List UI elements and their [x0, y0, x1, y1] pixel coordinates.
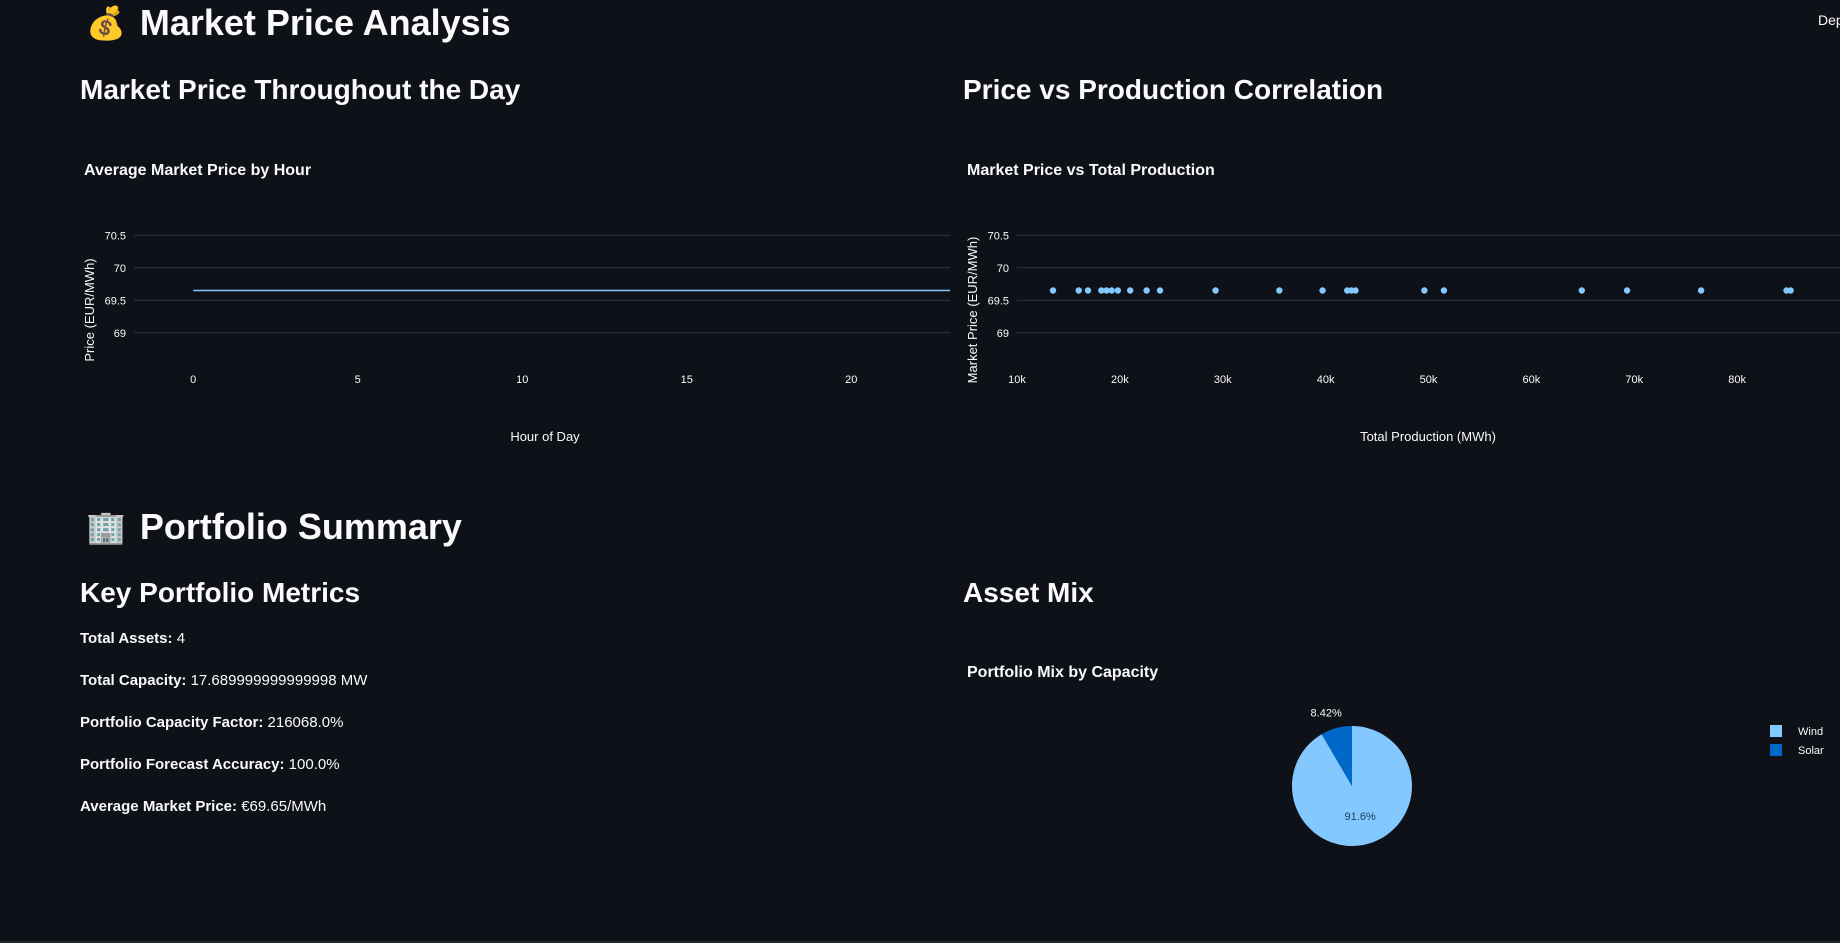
- metric-value: 4: [172, 630, 186, 647]
- y-axis-label: Price (EUR/MWh): [82, 258, 97, 361]
- metric-value: 100.0%: [284, 756, 340, 773]
- portfolio-summary-header: 🏢 Portfolio Summary: [86, 506, 462, 548]
- scatter-point[interactable]: [1156, 287, 1164, 294]
- deploy-button[interactable]: Dep: [1818, 12, 1840, 28]
- market-price-analysis-title: Market Price Analysis: [139, 2, 511, 43]
- y-tick-label: 69: [114, 328, 126, 340]
- money-bag-icon: 💰: [86, 4, 126, 42]
- pie-slice-label: 8.42%: [1311, 708, 1342, 720]
- market-price-analysis-header: 💰 Market Price Analysis: [86, 2, 511, 44]
- scatter-chart[interactable]: Market Price vs Total Production 69 69.5 7…: [963, 152, 1840, 452]
- legend-label-wind[interactable]: Wind: [1798, 726, 1823, 738]
- x-tick-label: 80k: [1728, 374, 1746, 386]
- metric-label: Portfolio Capacity Factor:: [80, 714, 264, 731]
- metric-total-capacity: Total Capacity: 17.689999999999998 MW: [80, 672, 367, 689]
- x-tick-label: 60k: [1523, 374, 1541, 386]
- y-tick-label: 70: [997, 263, 1009, 275]
- metric-label: Total Capacity:: [80, 672, 187, 689]
- scatter-point[interactable]: [1143, 287, 1150, 294]
- market-price-day-subheader: Market Price Throughout the Day: [80, 74, 521, 105]
- y-tick-label: 70.5: [105, 230, 126, 242]
- scatter-point[interactable]: [1075, 287, 1082, 294]
- x-axis-label: Total Production (MWh): [1360, 429, 1496, 444]
- metric-capacity-factor: Portfolio Capacity Factor: 216068.0%: [80, 714, 343, 731]
- x-tick-label: 20k: [1111, 374, 1129, 386]
- metric-value: 17.689999999999998 MW: [186, 672, 368, 689]
- scatter-point[interactable]: [1114, 287, 1122, 294]
- price-production-subheader: Price vs Production Correlation: [963, 74, 1384, 105]
- scatter-point[interactable]: [1440, 287, 1448, 294]
- y-tick-label: 69.5: [988, 295, 1009, 307]
- legend-swatch-wind[interactable]: [1770, 725, 1782, 737]
- legend-swatch-solar[interactable]: [1770, 744, 1782, 756]
- scatter-point[interactable]: [1787, 287, 1794, 294]
- legend-label-solar[interactable]: Solar: [1798, 745, 1824, 757]
- portfolio-summary-title: Portfolio Summary: [139, 506, 462, 547]
- x-tick-label: 70k: [1625, 374, 1643, 386]
- pie-slice-label: 91.6%: [1345, 811, 1376, 823]
- y-tick-label: 70: [114, 263, 126, 275]
- scatter-point[interactable]: [1352, 287, 1359, 294]
- y-tick-label: 69.5: [105, 295, 126, 307]
- office-building-icon: 🏢: [86, 508, 126, 546]
- x-tick-label: 50k: [1420, 374, 1438, 386]
- pie-chart[interactable]: Portfolio Mix by Capacity 91.6% 8.42% Win…: [963, 655, 1840, 895]
- x-tick-label: 5: [355, 374, 361, 386]
- metric-forecast-accuracy: Portfolio Forecast Accuracy: 100.0%: [80, 756, 340, 773]
- x-tick-label: 20: [845, 374, 857, 386]
- x-tick-label: 40k: [1317, 374, 1335, 386]
- metric-average-market-price: Average Market Price: €69.65/MWh: [80, 798, 326, 815]
- metric-value: €69.65/MWh: [237, 798, 327, 815]
- metric-label: Portfolio Forecast Accuracy:: [80, 756, 285, 773]
- x-tick-label: 0: [190, 374, 196, 386]
- key-metrics-subheader: Key Portfolio Metrics: [80, 577, 361, 608]
- scatter-point[interactable]: [1623, 287, 1631, 294]
- chart-title: Portfolio Mix by Capacity: [967, 664, 1158, 681]
- metric-label: Total Assets:: [80, 630, 173, 647]
- scatter-point[interactable]: [1578, 287, 1585, 294]
- x-tick-label: 30k: [1214, 374, 1232, 386]
- scatter-point[interactable]: [1212, 287, 1219, 294]
- scatter-point[interactable]: [1126, 287, 1134, 294]
- x-tick-label: 15: [681, 374, 693, 386]
- y-tick-label: 70.5: [988, 230, 1009, 242]
- metric-label: Average Market Price:: [80, 798, 238, 815]
- metric-total-assets: Total Assets: 4: [80, 630, 185, 647]
- x-tick-label: 10k: [1008, 374, 1026, 386]
- scatter-point[interactable]: [1049, 287, 1057, 294]
- metric-value: 216068.0%: [263, 714, 344, 731]
- scatter-point[interactable]: [1276, 287, 1283, 294]
- line-chart[interactable]: Average Market Price by Hour 69 69.5 70 70.…: [80, 152, 950, 452]
- y-tick-label: 69: [997, 328, 1009, 340]
- x-axis-label: Hour of Day: [510, 429, 580, 444]
- y-axis-label: Market Price (EUR/MWh): [965, 237, 980, 384]
- x-tick-label: 10: [516, 374, 528, 386]
- chart-title: Market Price vs Total Production: [967, 162, 1215, 179]
- scatter-point[interactable]: [1108, 287, 1115, 294]
- scatter-point[interactable]: [1421, 287, 1428, 294]
- scatter-point[interactable]: [1319, 287, 1326, 294]
- scatter-point[interactable]: [1084, 287, 1092, 294]
- chart-title: Average Market Price by Hour: [84, 162, 311, 179]
- scatter-point[interactable]: [1697, 287, 1705, 294]
- asset-mix-subheader: Asset Mix: [963, 577, 1094, 608]
